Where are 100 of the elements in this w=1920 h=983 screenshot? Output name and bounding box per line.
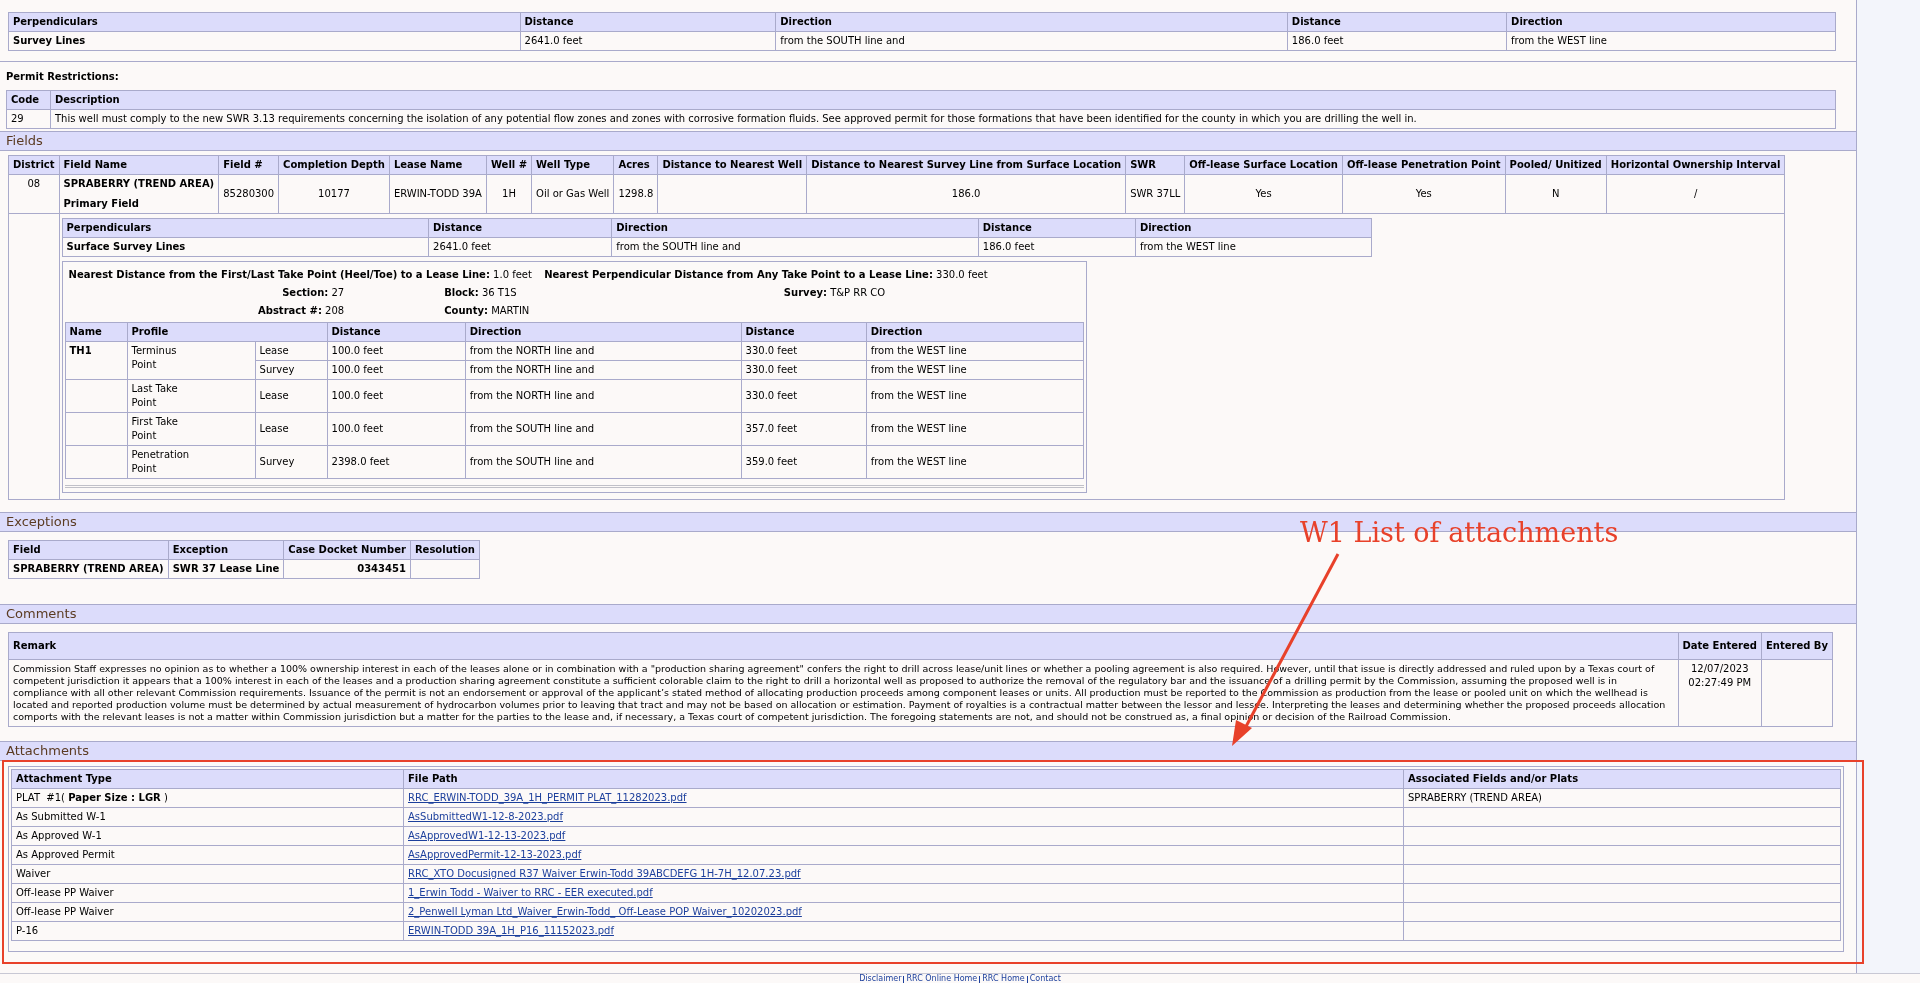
column-header: Distance <box>1287 12 1507 32</box>
cell-text: 186.0 feet <box>1291 35 1344 46</box>
cell-text: from the WEST line <box>1139 241 1236 252</box>
footer-link[interactable]: Contact <box>1029 974 1061 983</box>
cell-text: 100.0 feet <box>331 364 384 375</box>
cell-text: 08 <box>27 178 41 189</box>
cell-text: 357.0 feet <box>745 423 798 434</box>
cell-text: Survey Lines <box>13 35 86 46</box>
column-header: Distance <box>741 322 867 342</box>
cell-text: 359.0 feet <box>745 456 798 467</box>
file-link[interactable]: AsSubmittedW1-12-8-2023.pdf <box>408 811 563 822</box>
info-value: T&P RR CO <box>830 287 886 298</box>
section-header: Attachments <box>0 741 1856 761</box>
cell-text: TH1 <box>69 345 92 356</box>
cell-text: 29 <box>11 113 24 124</box>
cell-text: 0343451 <box>357 563 406 574</box>
column-header: Off-lease Penetration Point <box>1342 155 1506 175</box>
info-label: Survey: <box>783 287 827 298</box>
cell-text: 330.0 feet <box>745 390 798 401</box>
column-header: Field Name <box>59 155 219 175</box>
cell-text: Lease <box>259 390 289 401</box>
column-header: Entered By <box>1761 632 1833 660</box>
info-label: County: <box>444 305 488 316</box>
cell-text: 2641.0 feet <box>433 241 491 252</box>
column-header: Well # <box>486 155 532 175</box>
cell-text: from the NORTH line and <box>469 345 595 356</box>
footer-link[interactable]: RRC Home <box>982 974 1025 983</box>
cell-text: PLAT #1( Paper Size : LGR ) <box>16 792 168 803</box>
column-header: Distance to Nearest Well <box>657 155 807 175</box>
cell-text: Survey <box>259 456 295 467</box>
column-header: Direction <box>775 12 1288 32</box>
cell-text: from the SOUTH line and <box>616 241 741 252</box>
cell-text: 100.0 feet <box>331 390 384 401</box>
column-header: Direction <box>465 322 742 342</box>
column-header: Code <box>6 90 51 110</box>
field-role: Primary Field <box>63 197 140 211</box>
cell-text: Surface Survey Lines <box>66 241 186 252</box>
cell-text: 2398.0 feet <box>331 456 390 467</box>
info-value: 330.0 feet <box>936 269 988 280</box>
section-header: Fields <box>0 131 1856 151</box>
file-link[interactable]: AsApprovedW1-12-13-2023.pdf <box>408 830 566 841</box>
column-header: Profile <box>127 322 328 342</box>
column-header: Direction <box>1506 12 1836 32</box>
cell-text: N <box>1551 188 1560 199</box>
column-header: District <box>8 155 60 175</box>
footer-link[interactable]: RRC Online Home <box>906 974 978 983</box>
cell-text: 186.0 feet <box>982 241 1035 252</box>
column-header: Horizontal Ownership Interval <box>1606 155 1785 175</box>
info-label: Block: <box>444 287 479 298</box>
column-header: Distance <box>520 12 776 32</box>
cell-text: 100.0 feet <box>331 423 384 434</box>
column-header: Remark <box>8 632 1678 660</box>
file-link[interactable]: 1_Erwin Todd - Waiver to RRC - EER executed.pdf <box>408 887 653 898</box>
cell-text: from the WEST line <box>870 364 967 375</box>
file-link[interactable]: RRC_ERWIN-TODD_39A_1H_PERMIT PLAT_11282023.pdf <box>408 792 687 803</box>
info-value: MARTIN <box>491 305 530 316</box>
cell-text: As Approved W-1 <box>16 830 102 841</box>
cell-text: Lease <box>259 345 289 356</box>
date-text: 12/07/2023 <box>1689 662 1750 676</box>
cell-text: from the WEST line <box>1511 35 1608 46</box>
cell-text: from the WEST line <box>870 423 967 434</box>
info-label: Nearest Perpendicular Distance from Any Take Point to a Lease Line: <box>544 269 933 280</box>
info-value: 36 T1S <box>481 287 517 298</box>
cell-text: P-16 <box>16 925 39 936</box>
info-value: 208 <box>325 305 345 316</box>
cell-text: from the WEST line <box>870 390 967 401</box>
cell-text: 85280300 <box>223 188 275 199</box>
file-link[interactable]: AsApprovedPermit-12-13-2023.pdf <box>408 849 582 860</box>
column-header: Lease Name <box>389 155 487 175</box>
cell-text: Yes <box>1415 188 1432 199</box>
cell-text: As Approved Permit <box>16 849 115 860</box>
cell-text: ERWIN-TODD 39A <box>393 188 482 199</box>
column-header: Completion Depth <box>278 155 390 175</box>
cell-text: 186.0 <box>951 188 981 199</box>
column-header: Description <box>50 90 1836 110</box>
cell-text: 100.0 feet <box>331 345 384 356</box>
cell-text: Yes <box>1255 188 1272 199</box>
column-header: Distance <box>327 322 466 342</box>
column-header: Perpendiculars <box>8 12 521 32</box>
cell-text: Oil or Gas Well <box>536 188 610 199</box>
column-header: File Path <box>403 769 1404 789</box>
cell-text: from the SOUTH line and <box>469 456 595 467</box>
column-header: Off-lease Surface Location <box>1184 155 1343 175</box>
cell-text: 1298.8 <box>618 188 654 199</box>
cell-text: from the WEST line <box>870 345 967 356</box>
file-link[interactable]: ERWIN-TODD 39A_1H_P16_11152023.pdf <box>408 925 614 936</box>
cell-text: Waiver <box>16 868 51 879</box>
column-header: Distance to Nearest Survey Line from Surface Location <box>806 155 1126 175</box>
column-header: Acres <box>613 155 658 175</box>
cell-text: from the WEST line <box>870 456 967 467</box>
cell-text: 10177 <box>318 188 350 199</box>
field-name: SPRABERRY (TREND AREA) <box>63 177 215 191</box>
section-header: Comments <box>0 604 1856 624</box>
info-label: Abstract #: <box>258 305 322 316</box>
footer-link[interactable]: Disclaimer <box>859 974 902 983</box>
info-label: Section: <box>282 287 329 298</box>
info-value: 27 <box>331 287 345 298</box>
cell-text: / <box>1693 188 1698 199</box>
section-label: Permit Restrictions: <box>6 70 120 84</box>
cell-text: Lease <box>259 423 289 434</box>
